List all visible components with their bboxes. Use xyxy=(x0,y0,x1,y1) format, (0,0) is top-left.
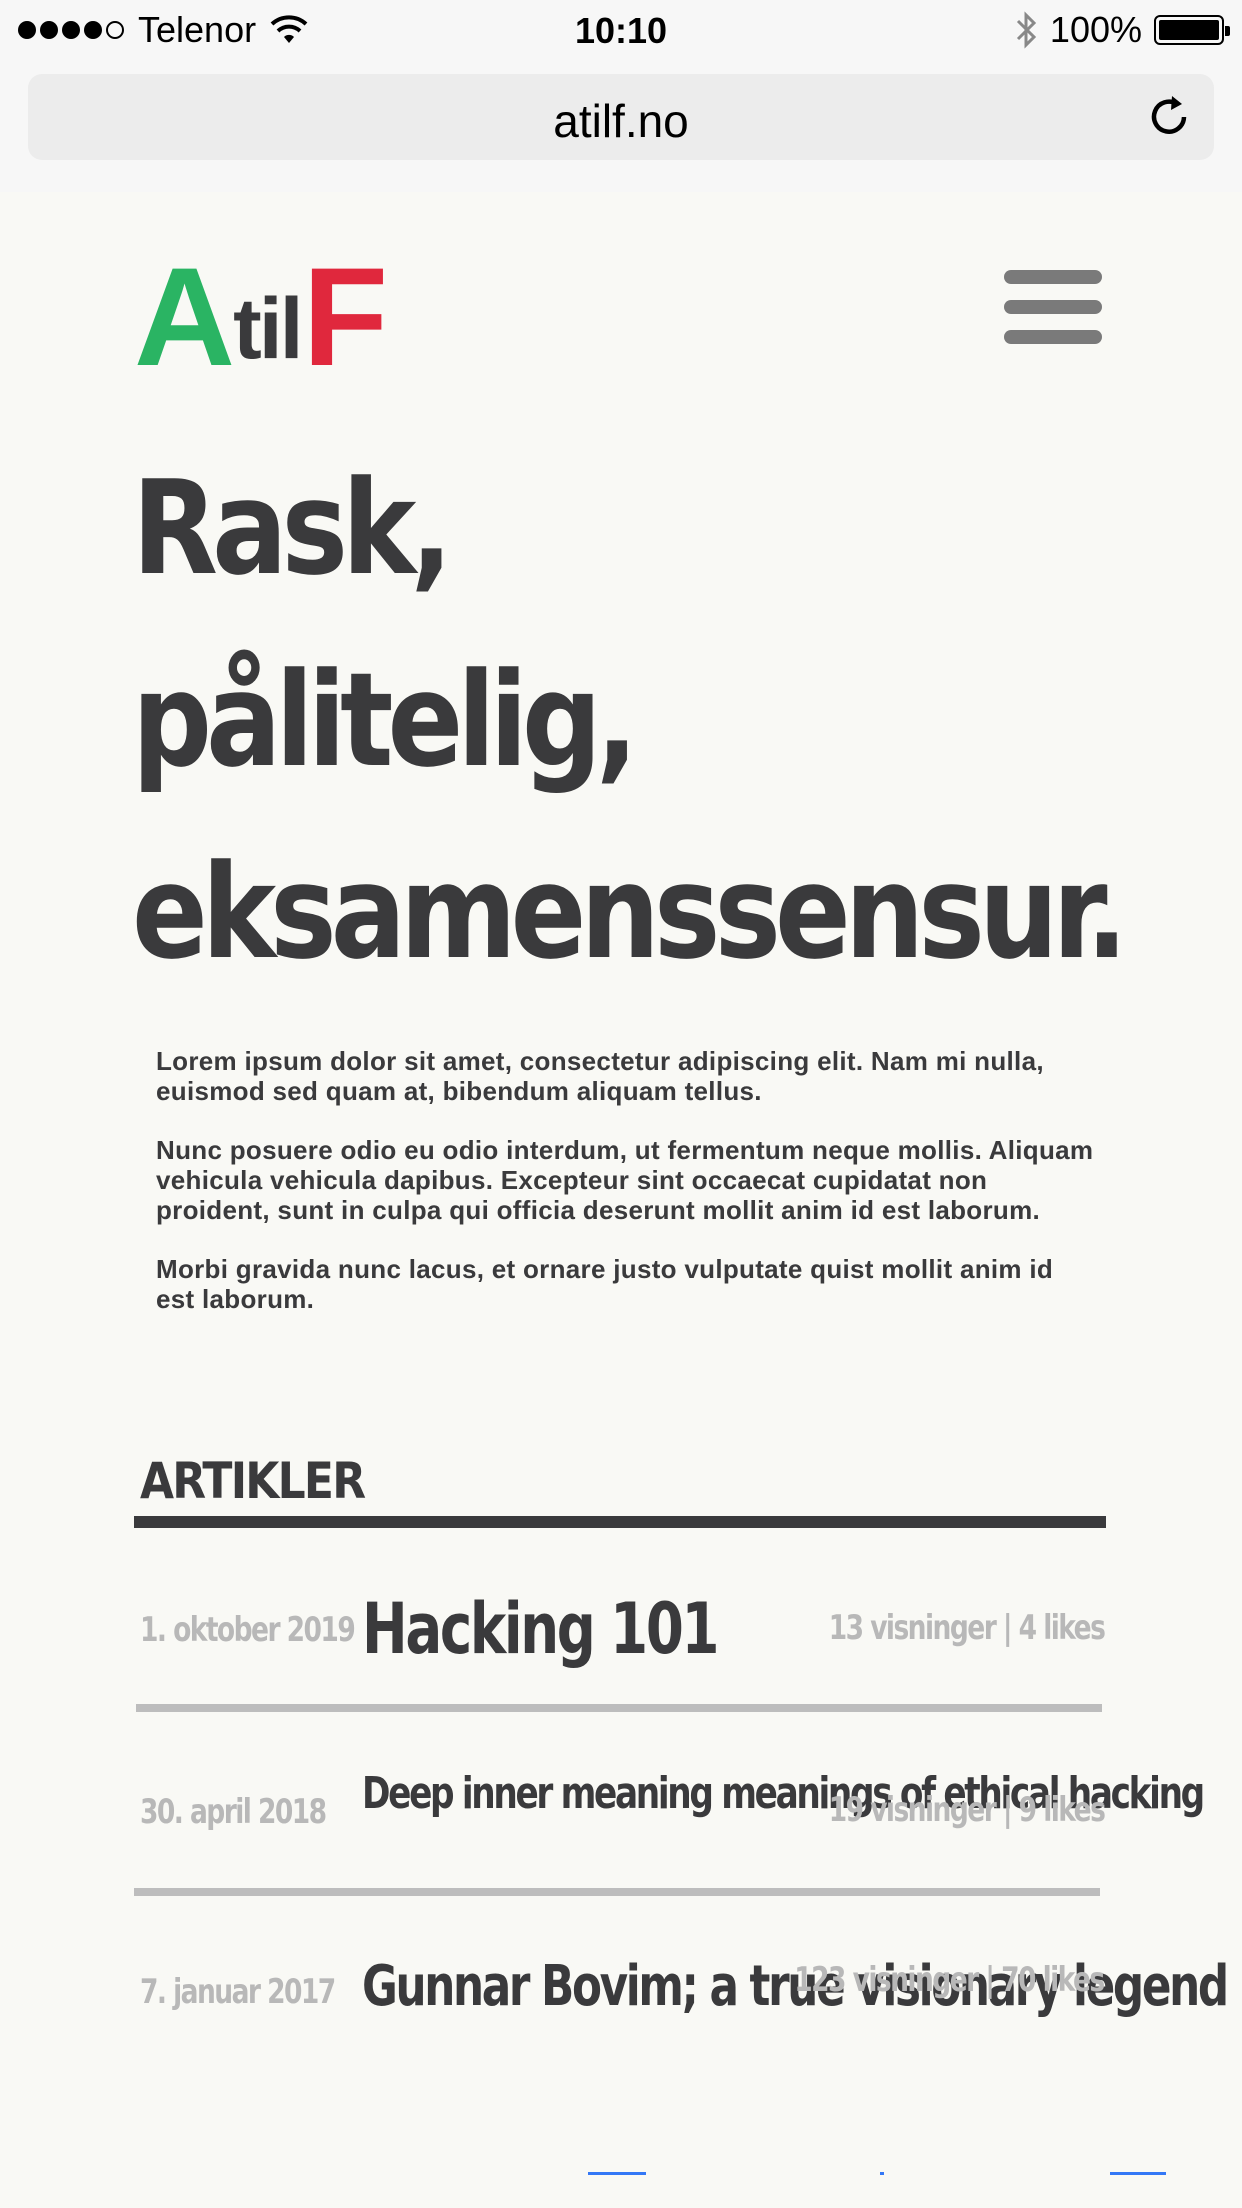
intro-paragraph-3: Morbi gravida nunc lacus, et ornare just… xyxy=(156,1254,1054,1314)
article-item[interactable]: 30. april 2018 Deep inner meaning meanin… xyxy=(134,1752,1205,1902)
article-date: 30. april 2018 xyxy=(140,1792,327,1832)
articles-divider xyxy=(134,1516,1106,1528)
article-title[interactable]: Hacking 101 xyxy=(362,1588,719,1670)
article-item[interactable]: 7. januar 2017 Gunnar Bovim; a true visi… xyxy=(134,1938,1229,2088)
article-stats: 13 visninger | 4 likes xyxy=(828,1608,1105,1648)
intro-paragraph-2: Nunc posuere odio eu odio interdum, ut f… xyxy=(156,1135,1094,1225)
url-text[interactable]: atilf.no xyxy=(28,94,1214,148)
intro-paragraph-1: Lorem ipsum dolor sit amet, consectetur … xyxy=(156,1046,1044,1106)
footer-link-fragment[interactable] xyxy=(880,2172,884,2175)
hero-line-2: pålitelig, xyxy=(132,644,638,796)
logo-letter-f: F xyxy=(302,238,389,395)
article-date: 7. januar 2017 xyxy=(140,1972,336,2012)
browser-toolbar: atilf.no xyxy=(0,62,1242,192)
article-stats: 123 visninger | 70 likes xyxy=(794,1960,1106,2000)
status-right: 100% xyxy=(1014,8,1230,52)
status-bar: Telenor 10:10 100% xyxy=(0,0,1242,62)
bluetooth-icon xyxy=(1016,11,1037,49)
logo-letter-a: A xyxy=(134,238,235,395)
site-logo[interactable]: A til F xyxy=(134,238,389,395)
hero-headline: Rask, pålitelig, eksamenssensur. xyxy=(132,432,1128,1008)
hamburger-menu-icon[interactable] xyxy=(1004,270,1102,352)
hero-line-3: eksamenssensur. xyxy=(132,836,1128,988)
article-item[interactable]: 1. oktober 2019 Hacking 101 13 visninger… xyxy=(134,1570,1106,1720)
intro-text: Lorem ipsum dolor sit amet, consectetur … xyxy=(156,1046,1096,1343)
battery-icon xyxy=(1154,15,1230,45)
article-divider xyxy=(136,1704,1102,1712)
footer-link-fragment[interactable] xyxy=(588,2172,646,2175)
reload-icon[interactable] xyxy=(1144,92,1194,142)
battery-percent: 100% xyxy=(1049,9,1142,50)
logo-til: til xyxy=(233,281,303,377)
footer-link-fragment[interactable] xyxy=(1110,2172,1166,2175)
article-divider xyxy=(134,1888,1100,1896)
address-bar[interactable]: atilf.no xyxy=(28,74,1214,160)
article-stats: 19 visninger | 9 likes xyxy=(828,1790,1105,1830)
article-date: 1. oktober 2019 xyxy=(140,1610,356,1650)
articles-heading: ARTIKLER xyxy=(140,1452,366,1510)
hero-line-1: Rask, xyxy=(132,452,453,604)
